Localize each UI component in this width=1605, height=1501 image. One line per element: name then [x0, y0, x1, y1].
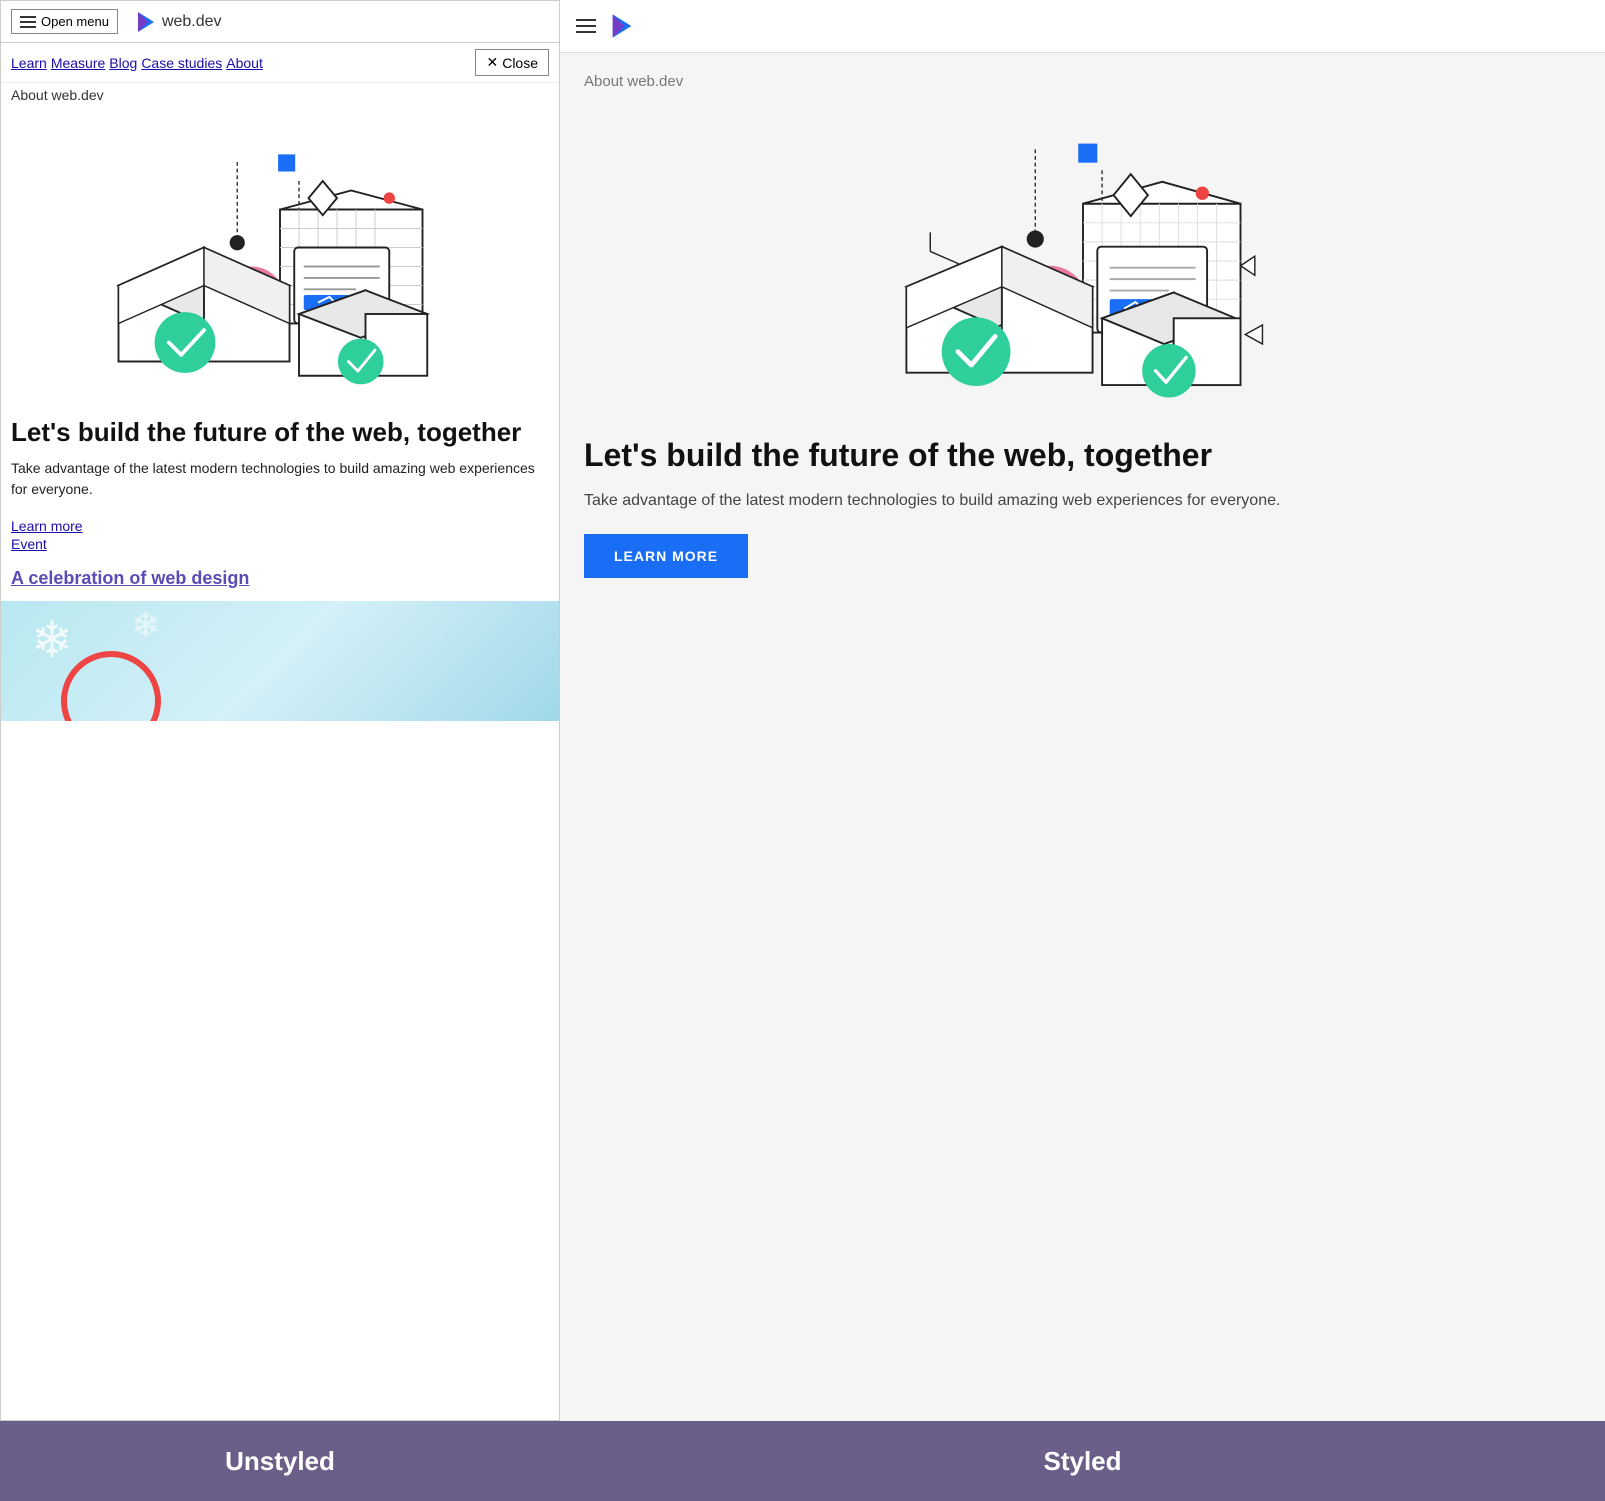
- hamburger-icon: [20, 16, 36, 28]
- nav-about[interactable]: About: [226, 55, 263, 71]
- close-label: Close: [502, 55, 538, 71]
- bottom-preview-left: ❄ ❄: [1, 601, 559, 721]
- red-circle-decoration: [61, 651, 161, 721]
- hero-desc-left: Take advantage of the latest modern tech…: [11, 458, 549, 500]
- nav-measure[interactable]: Measure: [51, 55, 105, 71]
- close-button[interactable]: ✕ Close: [475, 49, 549, 76]
- right-header: [560, 0, 1605, 53]
- learn-more-link-left[interactable]: Learn more: [11, 518, 549, 534]
- logo-icon-right: [608, 12, 636, 40]
- hero-text-left: Let's build the future of the web, toget…: [1, 407, 559, 518]
- open-menu-label: Open menu: [41, 14, 109, 29]
- celebration-link[interactable]: A celebration of web design: [11, 568, 549, 589]
- links-left: Learn more Event A celebration of web de…: [1, 518, 559, 589]
- hero-desc-right: Take advantage of the latest modern tech…: [584, 488, 1581, 514]
- hero-illustration-left: [90, 117, 470, 397]
- nav-blog[interactable]: Blog: [109, 55, 137, 71]
- left-header: Open menu web.dev: [1, 1, 559, 43]
- close-icon: ✕: [486, 54, 498, 71]
- hero-title-right: Let's build the future of the web, toget…: [584, 436, 1581, 474]
- logo-left: web.dev: [134, 10, 222, 34]
- illustration-right: [584, 106, 1581, 416]
- snowflake-icon-1: ❄: [31, 611, 73, 669]
- right-content: About web.dev: [560, 53, 1605, 1421]
- nav-bar-left: Learn Measure Blog Case studies About ✕ …: [1, 43, 559, 83]
- logo-icon: [134, 10, 158, 34]
- snowflake-icon-2: ❄: [131, 606, 160, 646]
- open-menu-button[interactable]: Open menu: [11, 9, 118, 34]
- nav-learn[interactable]: Learn: [11, 55, 47, 71]
- about-label-right: About web.dev: [584, 73, 1581, 90]
- styled-panel: About web.dev: [560, 0, 1605, 1421]
- learn-more-button[interactable]: LEARN MORE: [584, 534, 748, 578]
- about-label-left: About web.dev: [1, 83, 559, 107]
- hero-title-left: Let's build the future of the web, toget…: [11, 417, 549, 448]
- event-link[interactable]: Event: [11, 536, 549, 552]
- styled-label: Styled: [560, 1421, 1605, 1501]
- hamburger-menu-right[interactable]: [576, 19, 596, 33]
- hero-illustration-right: [873, 106, 1293, 416]
- illustration-left: [1, 107, 559, 407]
- unstyled-panel: Open menu web.dev Learn Measure Blog Cas…: [0, 0, 560, 1421]
- unstyled-label: Unstyled: [0, 1421, 560, 1501]
- site-title-left: web.dev: [162, 13, 222, 31]
- nav-case-studies[interactable]: Case studies: [141, 55, 222, 71]
- bottom-labels: Unstyled Styled: [0, 1421, 1605, 1501]
